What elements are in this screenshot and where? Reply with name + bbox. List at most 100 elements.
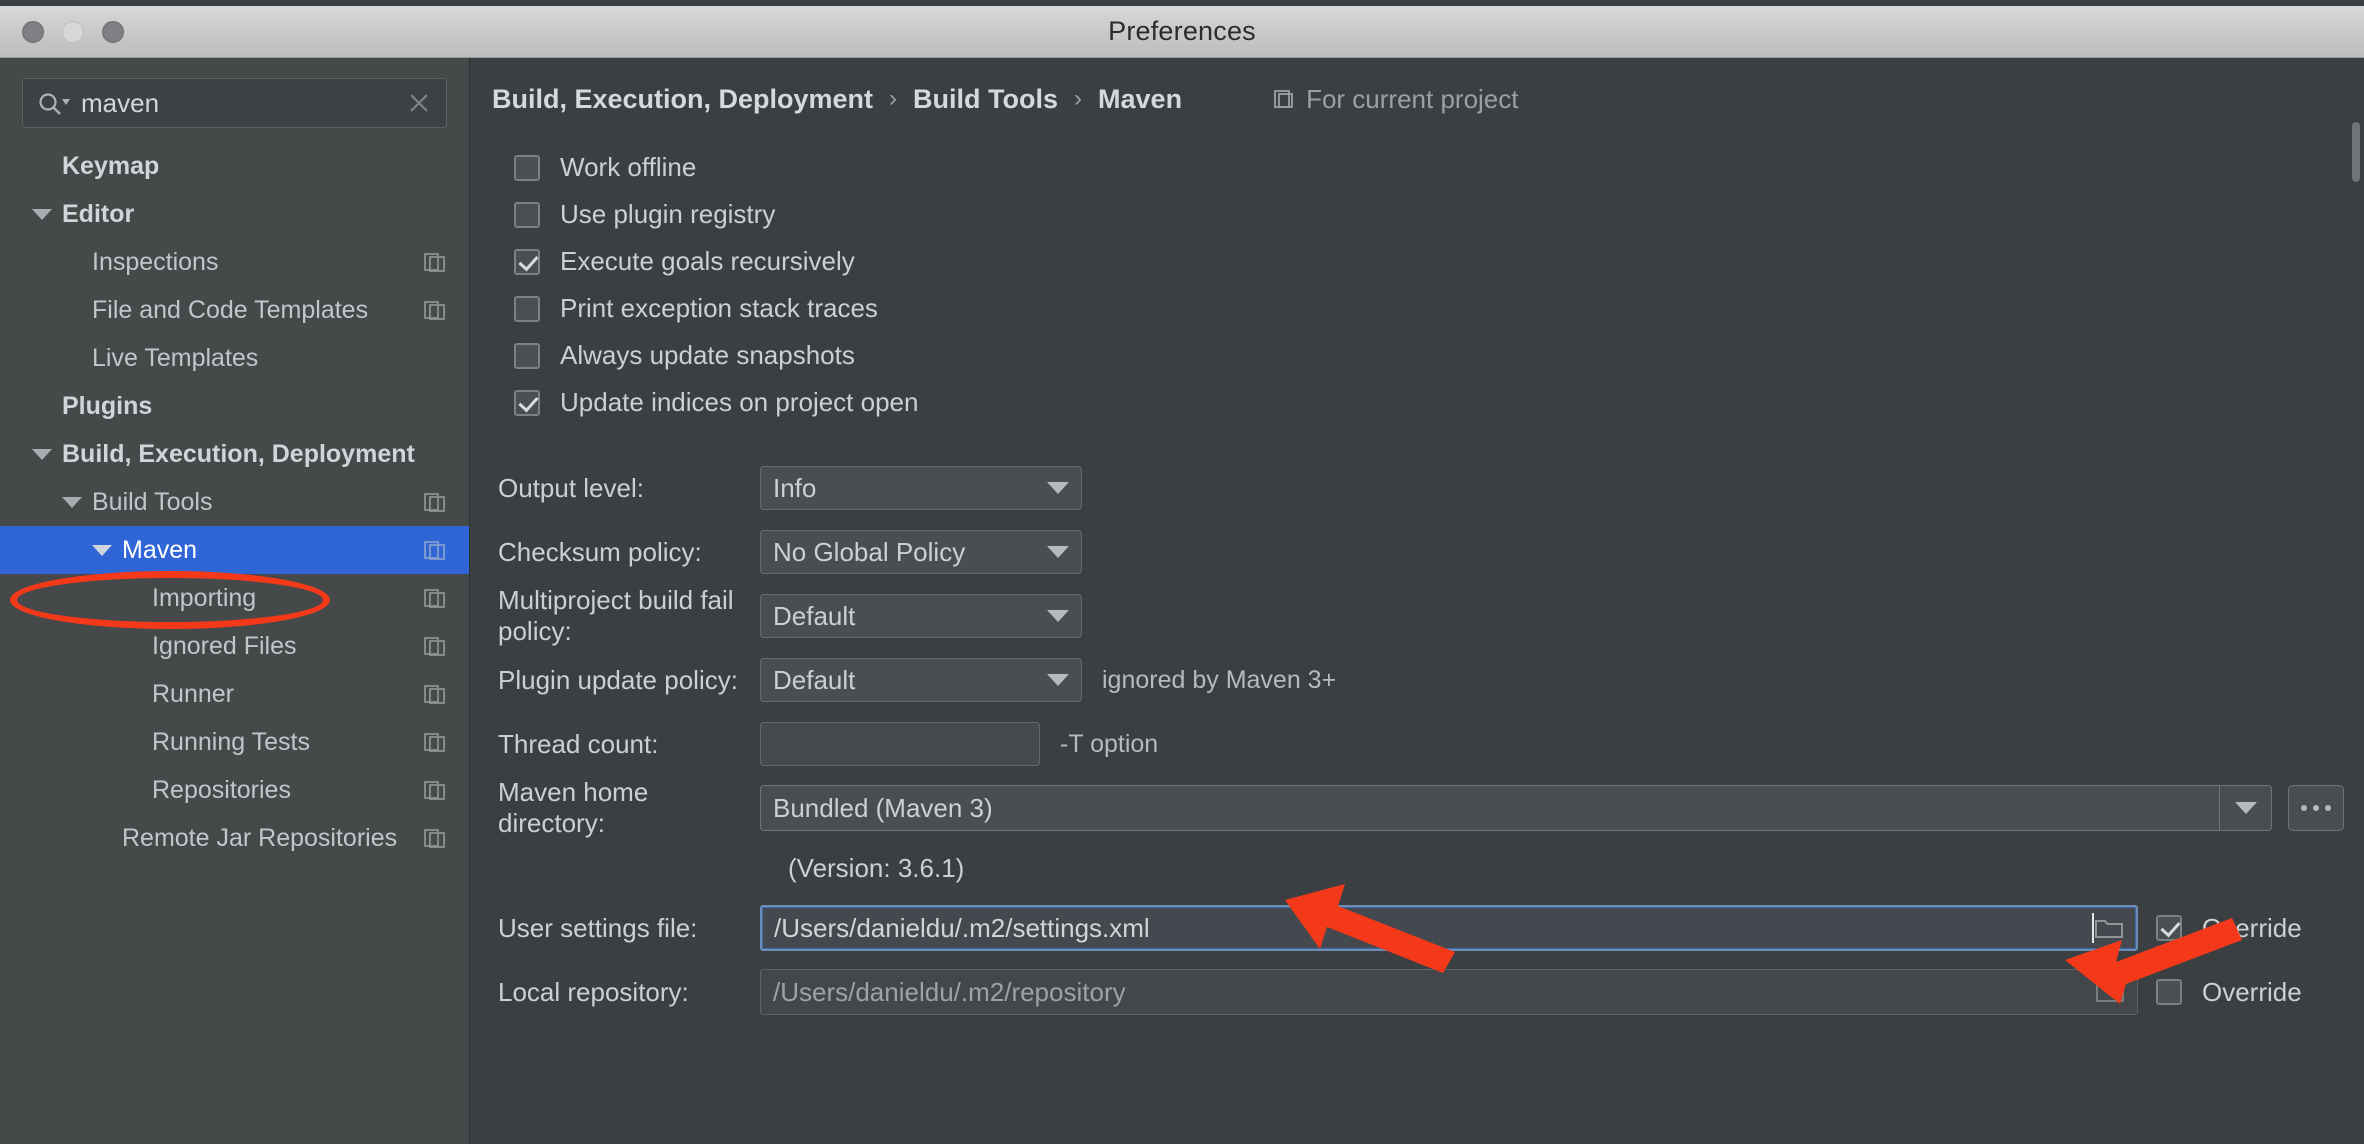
- sidebar-item-running-tests[interactable]: Running Tests: [0, 718, 469, 766]
- checkbox-execute-goals-recursively[interactable]: [514, 248, 540, 275]
- thread-count-label: Thread count:: [498, 728, 659, 759]
- checkbox-print-exception-stack-traces[interactable]: [514, 295, 540, 322]
- duplicate-icon[interactable]: [423, 730, 447, 754]
- sidebar-item-label: Repositories: [152, 775, 291, 804]
- user-settings-override[interactable]: Override: [2156, 913, 2364, 944]
- sidebar-item-repositories[interactable]: Repositories: [0, 766, 469, 814]
- duplicate-icon[interactable]: [423, 250, 447, 274]
- duplicate-icon[interactable]: [423, 538, 447, 562]
- select-checksum-policy[interactable]: No Global Policy: [760, 530, 1082, 574]
- chevron-down-icon[interactable]: [2219, 786, 2271, 830]
- select-value: No Global Policy: [773, 536, 966, 567]
- duplicate-icon[interactable]: [423, 586, 447, 610]
- checkbox-row-work-offline[interactable]: Work offline: [514, 144, 2364, 191]
- select-output-level[interactable]: Info: [760, 466, 1082, 510]
- checkbox-work-offline[interactable]: [514, 154, 540, 181]
- chevron-down-icon[interactable]: [32, 208, 52, 220]
- scrollbar-thumb[interactable]: [2352, 122, 2360, 182]
- local-repository-row: Local repository: /Users/danieldu/.m2/re…: [470, 960, 2364, 1024]
- duplicate-icon[interactable]: [423, 778, 447, 802]
- search-input-value[interactable]: maven: [71, 88, 406, 119]
- sidebar-item-label: Build, Execution, Deployment: [62, 439, 415, 468]
- local-repository-input[interactable]: /Users/danieldu/.m2/repository: [760, 969, 2138, 1015]
- local-repository-override-checkbox[interactable]: [2156, 979, 2182, 1005]
- maven-home-value: Bundled (Maven 3): [773, 792, 993, 823]
- checkbox-row-print-exception-stack-traces[interactable]: Print exception stack traces: [514, 285, 2364, 332]
- select-value: Default: [773, 600, 856, 631]
- sidebar-item-runner[interactable]: Runner: [0, 670, 469, 718]
- breadcrumb-separator: ›: [1074, 85, 1083, 112]
- checkbox-use-plugin-registry[interactable]: [514, 201, 540, 228]
- sidebar-item-importing[interactable]: Importing: [0, 574, 469, 622]
- sidebar-item-ignored-files[interactable]: Ignored Files: [0, 622, 469, 670]
- maven-settings-fields: Output level: Info Checksum policy: No Glob…: [470, 456, 2364, 1024]
- maven-home-row: Maven home directory: Bundled (Maven 3): [470, 776, 2364, 840]
- checkbox-row-update-indices-on-project-open[interactable]: Update indices on project open: [514, 379, 2364, 426]
- checkbox-row-use-plugin-registry[interactable]: Use plugin registry: [514, 191, 2364, 238]
- sidebar-item-plugins[interactable]: Plugins: [0, 382, 469, 430]
- sidebar-item-label: Plugins: [62, 391, 153, 420]
- breadcrumb-part-0[interactable]: Build, Execution, Deployment: [492, 84, 873, 115]
- thread-count-input[interactable]: [760, 722, 1040, 766]
- local-repository-label: Local repository:: [498, 976, 689, 1007]
- select-plugin-update-policy[interactable]: Default: [760, 658, 1082, 702]
- breadcrumb-part-2[interactable]: Maven: [1098, 84, 1182, 115]
- chevron-down-icon[interactable]: [1047, 546, 1069, 558]
- settings-content-pane: Build, Execution, Deployment › Build Too…: [470, 58, 2364, 1144]
- chevron-down-icon[interactable]: [1047, 482, 1069, 494]
- select-multiproject-build-fail-policy[interactable]: Default: [760, 594, 1082, 638]
- breadcrumb-part-1[interactable]: Build Tools: [913, 84, 1058, 115]
- checkbox-update-indices-on-project-open[interactable]: [514, 389, 540, 416]
- user-settings-override-checkbox[interactable]: [2156, 915, 2182, 941]
- sidebar-item-label: Importing: [152, 583, 257, 612]
- sidebar-item-build-tools[interactable]: Build Tools: [0, 478, 469, 526]
- sidebar-item-maven[interactable]: Maven: [0, 526, 469, 574]
- sidebar-item-inspections[interactable]: Inspections: [0, 238, 469, 286]
- checkbox-label: Print exception stack traces: [560, 293, 878, 323]
- sidebar-item-editor[interactable]: Editor: [0, 190, 469, 238]
- chevron-down-icon[interactable]: [1047, 610, 1069, 622]
- sidebar-item-keymap[interactable]: Keymap: [0, 142, 469, 190]
- checkbox-always-update-snapshots[interactable]: [514, 342, 540, 369]
- sidebar-item-live-templates[interactable]: Live Templates: [0, 334, 469, 382]
- sidebar-item-label: Ignored Files: [152, 631, 297, 660]
- close-icon[interactable]: [406, 90, 432, 116]
- checkbox-row-execute-goals-recursively[interactable]: Execute goals recursively: [514, 238, 2364, 285]
- window-titlebar: Preferences: [0, 6, 2364, 58]
- zoom-button[interactable]: [102, 20, 124, 43]
- search-icon: [39, 93, 70, 115]
- folder-icon[interactable]: [2094, 916, 2124, 940]
- local-repository-override-label: Override: [2202, 976, 2302, 1007]
- sidebar-item-build-execution-deployment[interactable]: Build, Execution, Deployment: [0, 430, 469, 478]
- row-multiproject-build-fail-policy: Multiproject build fail policy: Default: [470, 584, 2364, 648]
- chevron-down-icon[interactable]: [1047, 674, 1069, 686]
- user-settings-file-input[interactable]: /Users/danieldu/.m2/settings.xml: [760, 905, 2138, 951]
- duplicate-icon[interactable]: [423, 826, 447, 850]
- scope-indicator[interactable]: For current project: [1272, 84, 1518, 115]
- row-output-level: Output level: Info: [470, 456, 2364, 520]
- local-repository-override[interactable]: Override: [2156, 977, 2364, 1008]
- duplicate-icon[interactable]: [423, 298, 447, 322]
- folder-icon[interactable]: [2095, 980, 2125, 1004]
- sidebar-item-label: Maven: [122, 535, 198, 564]
- search-field[interactable]: maven: [22, 78, 447, 128]
- select-rows: Output level: Info Checksum policy: No Glob…: [470, 456, 2364, 712]
- minimize-button[interactable]: [62, 20, 84, 43]
- duplicate-icon[interactable]: [423, 634, 447, 658]
- settings-tree: Keymap Editor Inspections File and Code Tem…: [0, 142, 469, 862]
- sidebar-item-file-and-code-templates[interactable]: File and Code Templates: [0, 286, 469, 334]
- maven-home-combobox[interactable]: Bundled (Maven 3): [760, 785, 2272, 831]
- maven-options-checkbox-list: Work offline Use plugin registry Execute g…: [514, 144, 2364, 426]
- checkbox-row-always-update-snapshots[interactable]: Always update snapshots: [514, 332, 2364, 379]
- select-value: Info: [773, 472, 817, 503]
- chevron-down-icon[interactable]: [62, 496, 82, 508]
- sidebar-item-remote-jar-repositories[interactable]: Remote Jar Repositories: [0, 814, 469, 862]
- label-checksum-policy: Checksum policy:: [498, 536, 702, 567]
- duplicate-icon[interactable]: [423, 682, 447, 706]
- chevron-down-icon[interactable]: [92, 544, 112, 556]
- close-button[interactable]: [22, 20, 44, 43]
- content-scrollbar[interactable]: [2350, 122, 2362, 1144]
- chevron-down-icon[interactable]: [32, 448, 52, 460]
- duplicate-icon[interactable]: [423, 490, 447, 514]
- maven-home-browse-button[interactable]: [2288, 785, 2344, 831]
